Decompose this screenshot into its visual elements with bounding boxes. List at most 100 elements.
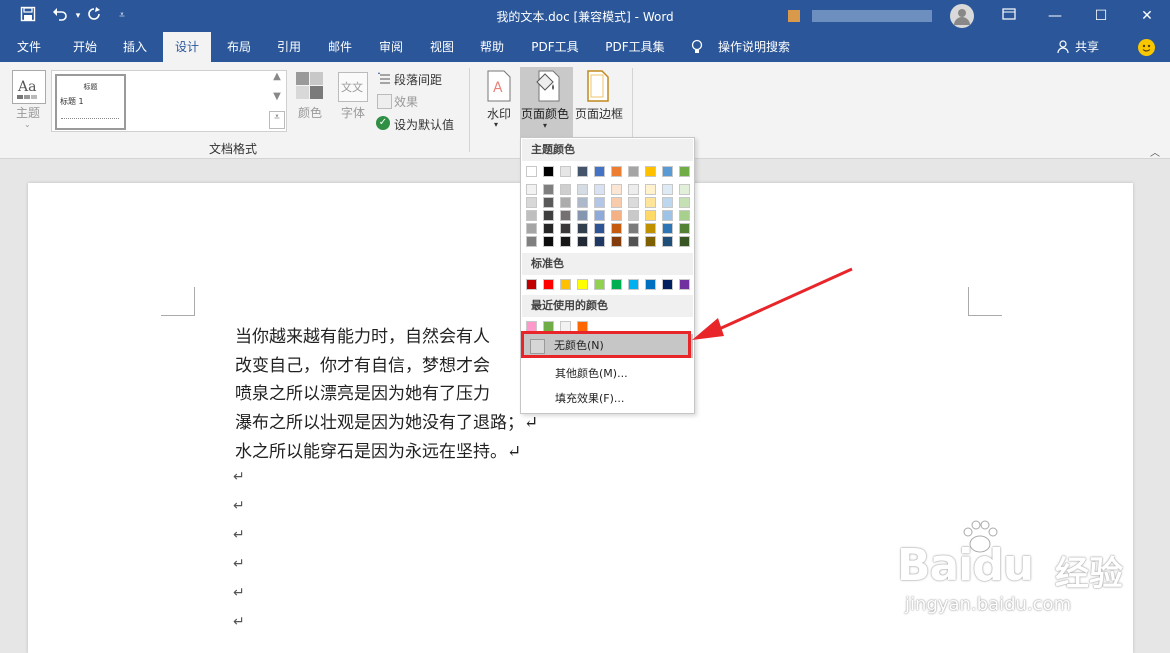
theme-shade-swatch[interactable] xyxy=(628,184,639,195)
theme-shade-swatch[interactable] xyxy=(526,197,537,208)
set-as-default-button[interactable]: 设为默认值 xyxy=(394,116,454,133)
theme-shade-swatch[interactable] xyxy=(543,223,554,234)
theme-shade-swatch[interactable] xyxy=(611,197,622,208)
theme-fonts-label[interactable]: 字体 xyxy=(341,104,365,121)
standard-color-swatch[interactable] xyxy=(611,279,622,290)
theme-shade-swatch[interactable] xyxy=(526,223,537,234)
theme-shade-swatch[interactable] xyxy=(560,210,571,221)
effects-icon[interactable] xyxy=(377,94,392,109)
theme-shade-swatch[interactable] xyxy=(662,197,673,208)
standard-color-swatch[interactable] xyxy=(526,279,537,290)
theme-fonts-icon[interactable]: 文文 xyxy=(338,72,368,102)
theme-color-swatch[interactable] xyxy=(679,166,690,177)
standard-color-swatch[interactable] xyxy=(577,279,588,290)
tab-design[interactable]: 设计 xyxy=(163,32,211,62)
theme-shade-swatch[interactable] xyxy=(645,236,656,247)
theme-shade-swatch[interactable] xyxy=(526,236,537,247)
theme-shade-swatch[interactable] xyxy=(577,210,588,221)
tab-layout[interactable]: 布局 xyxy=(216,32,262,62)
gallery-scroll-down-icon[interactable]: ▼ xyxy=(269,91,285,110)
standard-color-swatch[interactable] xyxy=(543,279,554,290)
theme-shade-swatch[interactable] xyxy=(662,223,673,234)
theme-colors-icon[interactable] xyxy=(296,72,324,100)
document-line[interactable]: 瀑布之所以壮观是因为她没有了退路；↵ xyxy=(235,408,538,433)
theme-shade-swatch[interactable] xyxy=(577,197,588,208)
theme-color-swatch[interactable] xyxy=(577,166,588,177)
theme-shade-swatch[interactable] xyxy=(611,210,622,221)
lightbulb-icon[interactable] xyxy=(690,39,704,58)
theme-shade-swatch[interactable] xyxy=(526,184,537,195)
style-set-thumbnail[interactable]: 标题 标题 1 xyxy=(55,74,126,130)
paragraph-spacing-icon[interactable] xyxy=(377,72,391,89)
account-name[interactable] xyxy=(812,10,932,22)
theme-shade-swatch[interactable] xyxy=(594,210,605,221)
watermark-dropdown-icon[interactable]: ▾ xyxy=(494,120,498,129)
paragraph-spacing-button[interactable]: 段落间距 xyxy=(394,71,442,88)
tab-mailings[interactable]: 邮件 xyxy=(317,32,363,62)
theme-color-swatch[interactable] xyxy=(611,166,622,177)
theme-shade-swatch[interactable] xyxy=(662,184,673,195)
more-colors-item[interactable]: 其他颜色(M)... xyxy=(522,362,693,386)
theme-shade-swatch[interactable] xyxy=(679,184,690,195)
theme-shade-swatch[interactable] xyxy=(560,236,571,247)
minimize-icon[interactable]: — xyxy=(1032,0,1078,32)
tab-references[interactable]: 引用 xyxy=(266,32,312,62)
theme-shade-swatch[interactable] xyxy=(628,223,639,234)
theme-shade-swatch[interactable] xyxy=(611,184,622,195)
page-color-button[interactable]: 页面颜色 ▾ xyxy=(520,67,573,137)
theme-shade-swatch[interactable] xyxy=(577,184,588,195)
theme-color-swatch[interactable] xyxy=(526,166,537,177)
ribbon-display-options-icon[interactable] xyxy=(986,0,1032,32)
standard-color-swatch[interactable] xyxy=(679,279,690,290)
maximize-icon[interactable]: ☐ xyxy=(1078,0,1124,32)
theme-shade-swatch[interactable] xyxy=(543,184,554,195)
tab-home[interactable]: 开始 xyxy=(62,32,108,62)
document-line[interactable]: 当你越来越有能力时，自然会有人 xyxy=(235,322,490,347)
theme-shade-swatch[interactable] xyxy=(594,223,605,234)
theme-shade-swatch[interactable] xyxy=(645,223,656,234)
theme-shade-swatch[interactable] xyxy=(611,223,622,234)
themes-icon[interactable]: Aa xyxy=(12,70,46,104)
watermark-icon[interactable]: A xyxy=(486,70,512,102)
tell-me-search[interactable]: 操作说明搜索 xyxy=(714,32,794,62)
tab-view[interactable]: 视图 xyxy=(419,32,465,62)
theme-shade-swatch[interactable] xyxy=(543,197,554,208)
tab-insert[interactable]: 插入 xyxy=(112,32,158,62)
watermark-label[interactable]: 水印 xyxy=(487,105,511,122)
avatar[interactable] xyxy=(950,4,974,28)
theme-shade-swatch[interactable] xyxy=(679,236,690,247)
document-line[interactable]: 改变自己，你才有自信，梦想才会 xyxy=(235,351,490,376)
theme-colors-label[interactable]: 颜色 xyxy=(298,104,322,121)
smiley-feedback-icon[interactable] xyxy=(1138,39,1155,56)
checkmark-icon[interactable]: ✓ xyxy=(376,116,390,130)
page-borders-icon[interactable] xyxy=(586,70,610,102)
theme-shade-swatch[interactable] xyxy=(611,236,622,247)
theme-shade-swatch[interactable] xyxy=(560,184,571,195)
theme-shade-swatch[interactable] xyxy=(679,223,690,234)
theme-shade-swatch[interactable] xyxy=(662,210,673,221)
theme-shade-swatch[interactable] xyxy=(628,197,639,208)
share-button[interactable]: 共享 xyxy=(1072,32,1102,62)
theme-shade-swatch[interactable] xyxy=(577,236,588,247)
theme-shade-swatch[interactable] xyxy=(594,236,605,247)
theme-shade-swatch[interactable] xyxy=(679,210,690,221)
tab-file[interactable]: 文件 xyxy=(8,32,50,62)
tab-pdf-toolset[interactable]: PDF工具集 xyxy=(598,32,672,62)
gallery-more-icon[interactable]: ⩡ xyxy=(269,111,285,129)
document-line[interactable]: 喷泉之所以漂亮是因为她有了压力 xyxy=(235,379,490,404)
theme-shade-swatch[interactable] xyxy=(594,184,605,195)
theme-color-swatch[interactable] xyxy=(645,166,656,177)
share-person-icon[interactable] xyxy=(1057,40,1071,57)
theme-shade-swatch[interactable] xyxy=(679,197,690,208)
theme-shade-swatch[interactable] xyxy=(645,210,656,221)
standard-color-swatch[interactable] xyxy=(628,279,639,290)
theme-shade-swatch[interactable] xyxy=(543,236,554,247)
themes-label[interactable]: 主题 xyxy=(16,104,40,121)
fill-effects-item[interactable]: 填充效果(F)... xyxy=(522,387,693,411)
theme-color-swatch[interactable] xyxy=(560,166,571,177)
collapse-ribbon-icon[interactable]: ︿ xyxy=(1150,144,1160,159)
standard-color-swatch[interactable] xyxy=(560,279,571,290)
theme-shade-swatch[interactable] xyxy=(628,210,639,221)
theme-shade-swatch[interactable] xyxy=(560,197,571,208)
document-line[interactable]: 水之所以能穿石是因为永远在坚持。↵ xyxy=(235,437,521,462)
